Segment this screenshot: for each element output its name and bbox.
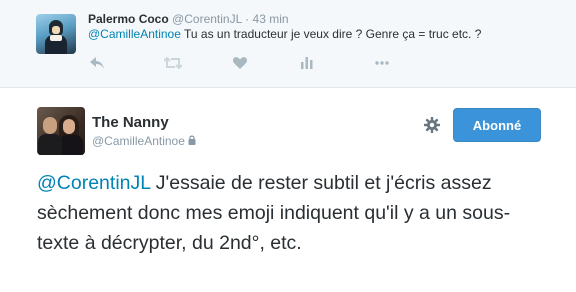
reply-timestamp[interactable]: 43 min (253, 12, 289, 26)
main-author-name[interactable]: The Nanny (92, 114, 169, 131)
like-icon[interactable] (231, 54, 249, 72)
retweet-icon[interactable] (164, 54, 182, 72)
stats-icon[interactable] (298, 54, 316, 72)
more-icon[interactable] (373, 54, 391, 72)
reply-avatar[interactable] (36, 14, 76, 54)
reply-mention-link[interactable]: @CamilleAntinoe (88, 27, 181, 41)
follow-button[interactable]: Abonné (453, 108, 541, 142)
main-mention-link[interactable]: @CorentinJL (37, 172, 150, 194)
reply-header: Palermo Coco @CorentinJL · 43 min (88, 12, 289, 26)
main-tweet-text: @CorentinJL J'essaie de rester subtil et… (37, 168, 537, 258)
main-avatar[interactable] (37, 107, 85, 155)
reply-body: Tu as un traducteur je veux dire ? Genre… (180, 27, 482, 41)
reply-tweet[interactable]: Palermo Coco @CorentinJL · 43 min @Camil… (0, 0, 576, 88)
reply-text: @CamilleAntinoe Tu as un traducteur je v… (88, 27, 481, 41)
reply-author-handle[interactable]: @CorentinJL (172, 12, 242, 26)
lock-icon (188, 134, 196, 148)
reply-actions (88, 54, 398, 72)
reply-separator: · (245, 12, 250, 26)
reply-author-name[interactable]: Palermo Coco (88, 12, 169, 26)
gear-icon[interactable] (422, 115, 442, 135)
reply-icon[interactable] (88, 54, 106, 72)
main-author-handle[interactable]: @CamilleAntinoe (92, 134, 185, 148)
main-author-handle-row: @CamilleAntinoe (92, 134, 196, 148)
